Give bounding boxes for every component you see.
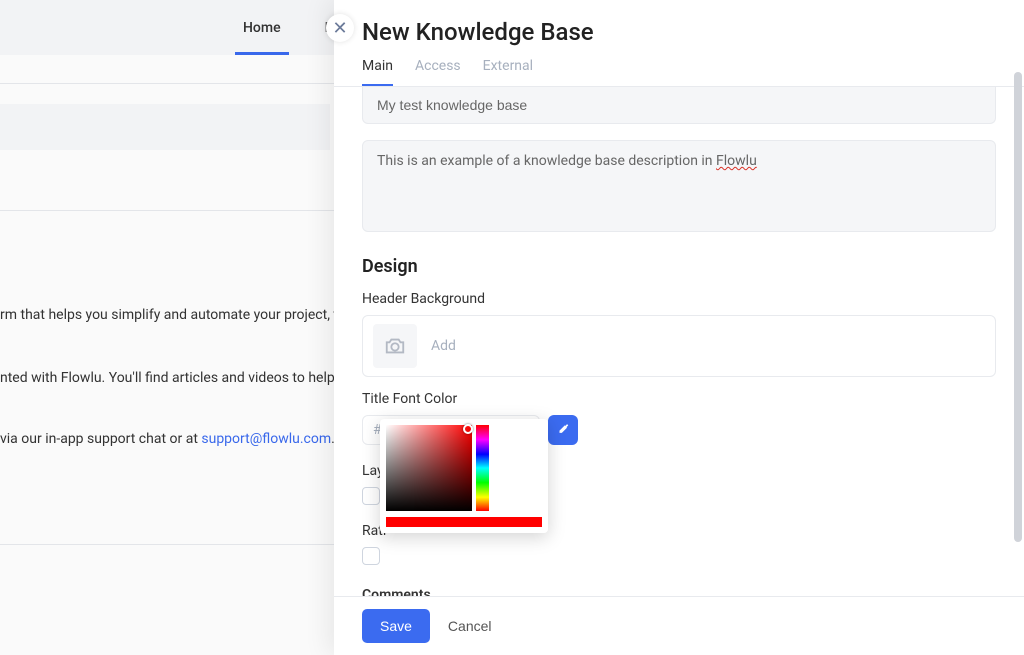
- header-bg-label: Header Background: [362, 291, 996, 307]
- saturation-value-panel[interactable]: [386, 425, 472, 511]
- close-button[interactable]: ✕: [326, 14, 354, 42]
- alpha-bar[interactable]: [386, 517, 542, 527]
- sv-cursor[interactable]: [463, 424, 473, 434]
- save-button[interactable]: Save: [362, 609, 430, 643]
- kb-description-textarea[interactable]: This is an example of a knowledge base d…: [362, 140, 996, 232]
- preview-swatch: [493, 425, 542, 511]
- tab-access[interactable]: Access: [415, 58, 461, 86]
- title-color-label: Title Font Color: [362, 391, 996, 407]
- header-bg-add-label: Add: [431, 338, 456, 354]
- hue-slider[interactable]: [476, 425, 490, 511]
- layout-checkbox[interactable]: [362, 487, 380, 505]
- panel-footer: Save Cancel: [334, 596, 1024, 655]
- tab-main[interactable]: Main: [362, 58, 393, 86]
- panel-tabs: Main Access External: [362, 58, 996, 86]
- panel-title: New Knowledge Base: [362, 18, 996, 46]
- header-bg-upload[interactable]: Add: [362, 315, 996, 377]
- panel-header: New Knowledge Base Main Access External: [334, 0, 1024, 86]
- rating-checkbox[interactable]: [362, 547, 380, 565]
- panel-scrollbar[interactable]: [1014, 72, 1022, 592]
- eyedropper-button[interactable]: [548, 415, 578, 445]
- slideover-panel: ✕ New Knowledge Base Main Access Externa…: [334, 0, 1024, 655]
- design-heading: Design: [362, 256, 996, 277]
- camera-icon: [373, 324, 417, 368]
- eyedropper-icon: [556, 423, 570, 437]
- tab-external[interactable]: External: [483, 58, 533, 86]
- kb-name-input[interactable]: [362, 87, 996, 124]
- comments-label: Comments: [362, 587, 996, 596]
- cancel-button[interactable]: Cancel: [448, 618, 492, 634]
- color-picker-popover[interactable]: [380, 419, 548, 533]
- close-icon: ✕: [332, 18, 347, 39]
- spellcheck-underline: Flowlu: [716, 153, 757, 169]
- scrollbar-thumb[interactable]: [1014, 72, 1022, 542]
